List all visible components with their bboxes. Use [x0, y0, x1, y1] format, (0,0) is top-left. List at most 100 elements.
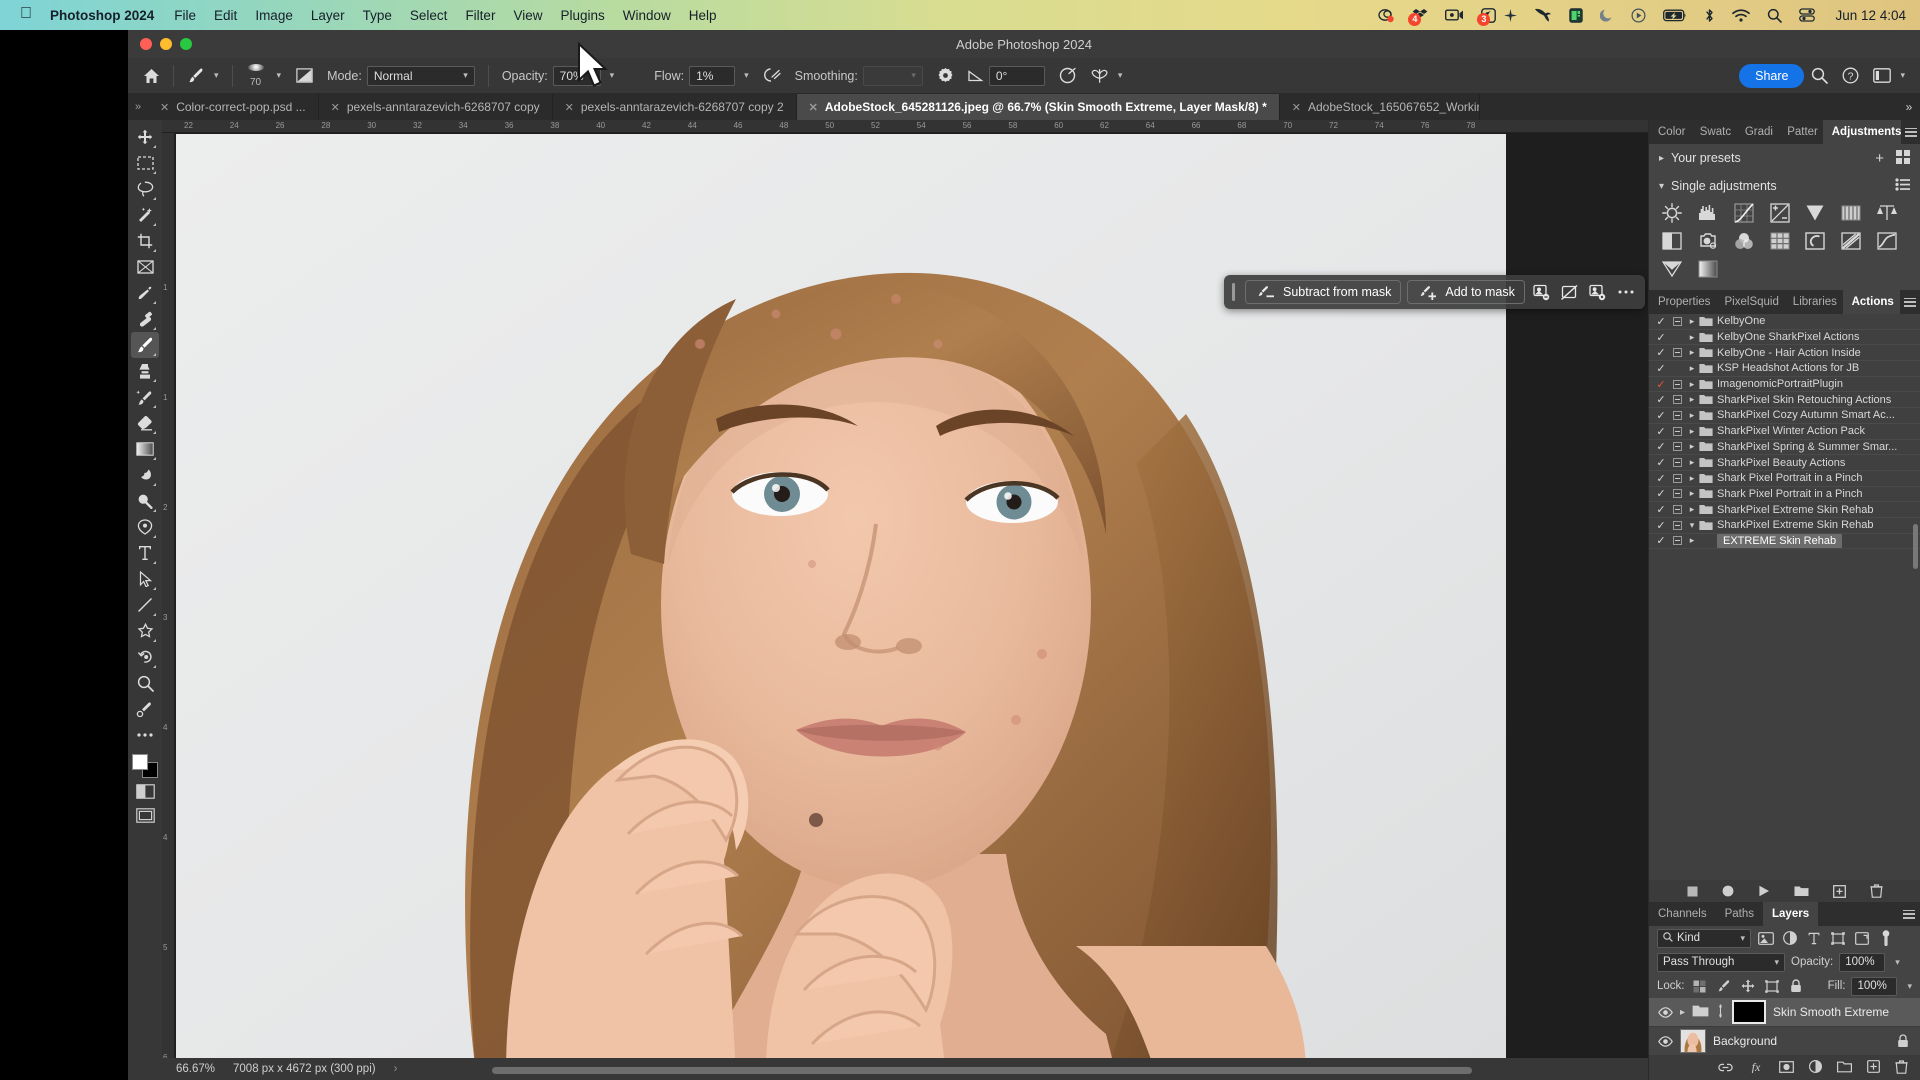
plus-icon[interactable]: + [1875, 150, 1884, 167]
action-dialog-toggle-icon[interactable] [1669, 458, 1685, 468]
canvas-area[interactable]: 22 24 26 28 30 32 34 36 38 40 42 44 46 48 50 52 54 56 58 60… [162, 120, 1648, 1080]
action-toggle-checkbox[interactable]: ✓ [1653, 519, 1669, 532]
layer-row-background[interactable]: Background [1649, 1027, 1920, 1056]
tab-layers[interactable]: Layers [1763, 902, 1819, 926]
exposure-icon[interactable] [1769, 202, 1791, 224]
record-icon[interactable] [1722, 885, 1734, 897]
frame-tool[interactable] [131, 254, 159, 280]
action-expand-chevron-icon[interactable]: ▸ [1685, 535, 1699, 546]
custom-shape-tool[interactable] [131, 618, 159, 644]
battery-charging-icon[interactable] [1663, 9, 1687, 22]
blend-mode-select[interactable]: Normal ▾ [366, 65, 475, 86]
new-group-icon[interactable] [1837, 1061, 1852, 1076]
color-balance-icon[interactable] [1876, 202, 1898, 224]
actions-row[interactable]: ✓ ▸ KelbyOne - Hair Action Inside [1649, 345, 1920, 362]
brush-angle-control[interactable]: 0° [961, 64, 1052, 88]
dodge-tool[interactable] [131, 488, 159, 514]
smoothing-input[interactable]: ▾ [862, 65, 923, 86]
search-button[interactable] [1804, 64, 1835, 88]
actions-row[interactable]: ✓ ▾ SharkPixel Extreme Skin Rehab [1649, 518, 1920, 534]
action-toggle-checkbox[interactable]: ✓ [1653, 534, 1669, 547]
action-toggle-checkbox[interactable]: ✓ [1653, 503, 1669, 516]
mask-link-icon[interactable] [1716, 1003, 1725, 1021]
action-dialog-toggle-icon[interactable] [1669, 379, 1685, 389]
menu-layer[interactable]: Layer [311, 8, 345, 23]
add-to-mask-button[interactable]: Add to mask [1407, 280, 1525, 304]
opacity-caret-icon[interactable]: ▾ [1895, 957, 1900, 968]
close-icon[interactable]: ✕ [1292, 101, 1301, 114]
menubar-app-name[interactable]: Photoshop 2024 [50, 8, 154, 23]
filter-smart-object-icon[interactable] [1853, 929, 1871, 947]
help-button[interactable]: ? [1835, 64, 1866, 88]
layer-blend-mode-select[interactable]: Pass Through ▾ [1657, 952, 1785, 972]
fill-caret-icon[interactable]: ▾ [1907, 981, 1912, 992]
action-toggle-checkbox[interactable]: ✓ [1653, 456, 1669, 469]
new-adjustment-layer-icon[interactable] [1808, 1059, 1823, 1076]
horizontal-scrollbar[interactable] [492, 1067, 1472, 1076]
action-expand-chevron-icon[interactable]: ▸ [1685, 379, 1699, 390]
pressure-opacity-toggle[interactable] [621, 64, 647, 88]
drive-status-icon[interactable] [1569, 7, 1584, 23]
vibrance-icon[interactable] [1804, 202, 1826, 224]
delete-layer-icon[interactable] [1895, 1059, 1908, 1077]
group-expand-chevron-icon[interactable]: ▸ [1680, 1007, 1685, 1018]
menubar-clock[interactable]: Jun 12 4:04 [1835, 8, 1906, 23]
foreground-background-color-swatches[interactable] [132, 754, 158, 778]
workspace-switcher-button[interactable]: ▾ [1866, 64, 1912, 88]
invert-icon[interactable] [1804, 230, 1826, 252]
flow-input[interactable]: 1% [689, 65, 736, 86]
scrollbar-thumb[interactable] [492, 1067, 1472, 1074]
home-button[interactable] [136, 64, 167, 88]
document-tab-2[interactable]: ✕ pexels-anntarazevich-6268707 copy 2 [552, 94, 797, 120]
filter-pixel-icon[interactable] [1757, 929, 1775, 947]
notification-app-icon[interactable]: 3 [1477, 7, 1497, 26]
layer-fill-input[interactable]: 100% [1851, 976, 1898, 996]
chevron-right-icon[interactable]: ▸ [1659, 153, 1671, 164]
menu-image[interactable]: Image [255, 8, 293, 23]
action-toggle-checkbox[interactable]: ✓ [1653, 362, 1669, 375]
lock-artboard-nesting-icon[interactable] [1763, 977, 1781, 995]
gradient-tool[interactable] [131, 436, 159, 462]
crop-tool[interactable] [131, 228, 159, 254]
channel-mixer-icon[interactable] [1733, 230, 1755, 252]
tab-swatches[interactable]: Swatc [1690, 120, 1736, 144]
mask-floating-toolbar[interactable]: Subtract from mask Add to mask [1224, 275, 1645, 309]
action-dialog-toggle-icon[interactable] [1669, 489, 1685, 499]
more-options-ellipsis-icon[interactable] [1615, 280, 1637, 304]
action-expand-chevron-icon[interactable]: ▸ [1685, 363, 1699, 374]
action-expand-chevron-icon[interactable]: ▸ [1685, 457, 1699, 468]
filter-shape-icon[interactable] [1829, 929, 1847, 947]
brush-settings-panel-button[interactable] [289, 64, 320, 88]
brush-preset-caret-icon[interactable]: ▾ [277, 70, 282, 81]
actions-row[interactable]: ✓ ▸ KSP Headshot Actions for JB [1649, 361, 1920, 377]
new-action-icon[interactable] [1832, 884, 1846, 898]
layer-mask-thumbnail[interactable] [1732, 1000, 1767, 1024]
tab-paths[interactable]: Paths [1715, 902, 1764, 926]
action-dialog-toggle-icon[interactable] [1669, 316, 1685, 326]
document-tab-1[interactable]: ✕ pexels-anntarazevich-6268707 copy [318, 94, 553, 120]
bartender-icon[interactable] [1534, 8, 1552, 22]
action-dialog-toggle-icon[interactable] [1669, 473, 1685, 483]
actions-row[interactable]: ✓ ▸ SharkPixel Spring & Summer Smar... [1649, 440, 1920, 456]
document-tab-0[interactable]: ✕ Color-correct-pop.psd ... [148, 94, 319, 120]
action-toggle-checkbox[interactable]: ✓ [1653, 331, 1669, 344]
menu-filter[interactable]: Filter [465, 8, 495, 23]
symmetry-button[interactable]: ▾ [1084, 64, 1130, 88]
tab-color[interactable]: Color [1649, 120, 1691, 144]
action-expand-chevron-icon[interactable]: ▸ [1685, 473, 1699, 484]
zoom-magnifier-tool[interactable] [131, 670, 159, 696]
actions-row[interactable]: ✓ ▸ SharkPixel Beauty Actions [1649, 455, 1920, 471]
action-dialog-toggle-icon[interactable] [1669, 410, 1685, 420]
action-expand-chevron-icon[interactable]: ▸ [1685, 394, 1699, 405]
color-lookup-icon[interactable] [1769, 230, 1791, 252]
more-tools-ellipsis-icon[interactable] [131, 722, 159, 748]
shortcut-recorder-icon[interactable] [1378, 8, 1395, 23]
delete-trash-icon[interactable] [1869, 884, 1883, 898]
do-not-disturb-moon-icon[interactable] [1600, 8, 1614, 22]
new-layer-icon[interactable] [1867, 1060, 1880, 1076]
tabs-scroll-right-icon[interactable]: » [1898, 94, 1920, 120]
action-expand-chevron-icon[interactable]: ▸ [1685, 316, 1699, 327]
smoothing-control[interactable]: Smoothing: ▾ [788, 64, 930, 88]
action-toggle-checkbox[interactable]: ✓ [1653, 487, 1669, 500]
panel-menu-icon[interactable] [1898, 902, 1920, 926]
